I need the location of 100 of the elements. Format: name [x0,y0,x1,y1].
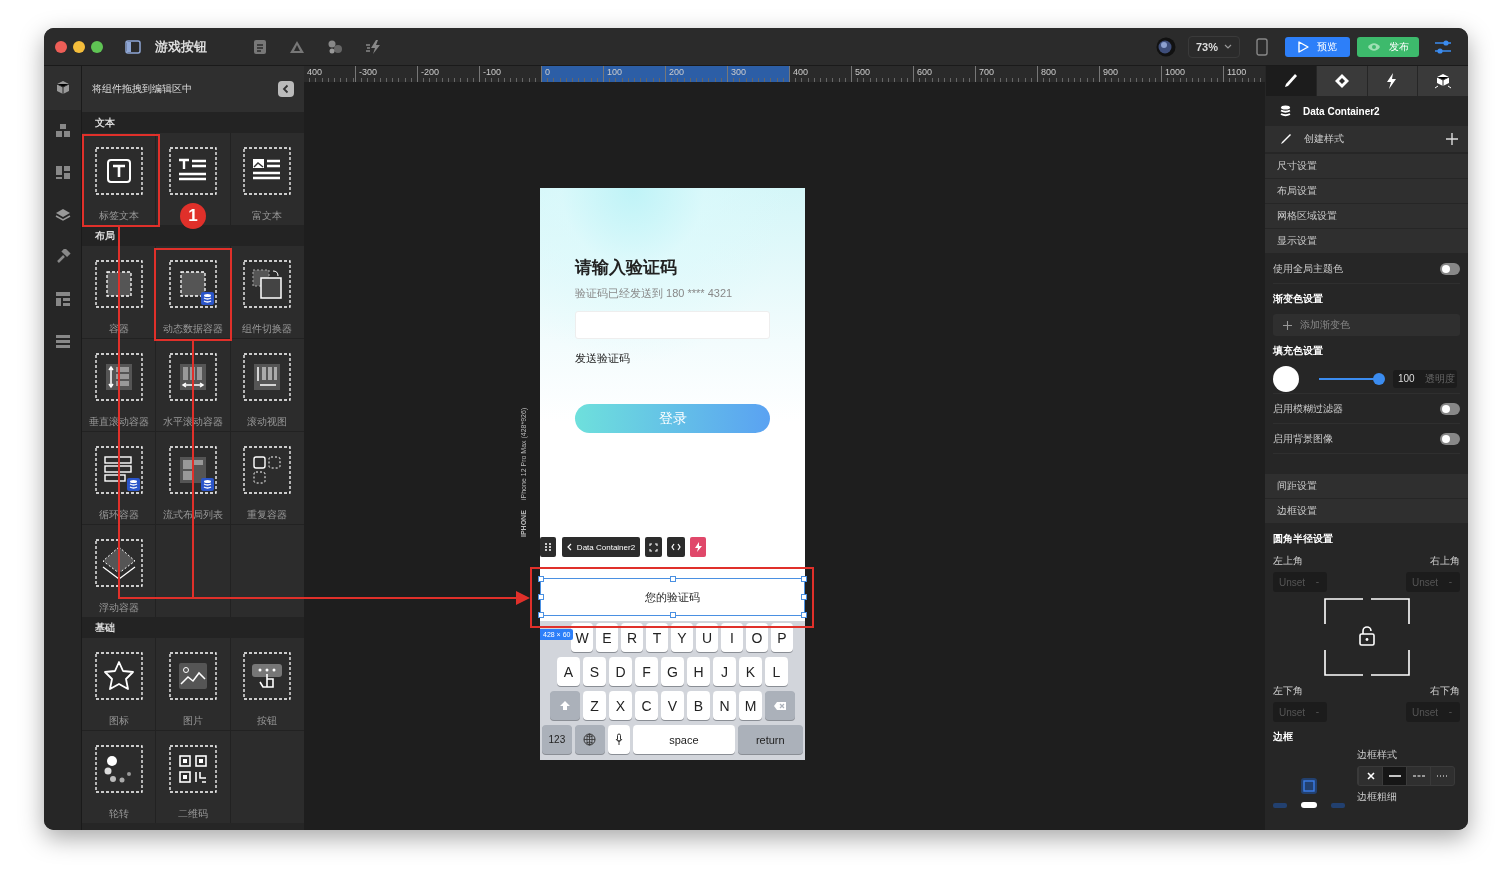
component-tile[interactable]: 滚动视图 [230,339,304,431]
code-button[interactable] [667,537,685,557]
inspector-tab[interactable] [1265,66,1316,96]
inspector-tab[interactable] [1417,66,1468,96]
settings-group[interactable]: 间距设置 [1265,474,1468,499]
opacity-field[interactable]: 100 透明度 [1393,369,1457,388]
fullscreen-button[interactable] [645,537,662,557]
border-style-selector[interactable] [1357,766,1455,786]
settings-group[interactable]: 网格区域设置 [1265,204,1468,229]
preview-button[interactable]: 预览 [1285,36,1350,57]
component-tile[interactable]: 浮动容器 [82,525,156,617]
keyboard-key[interactable]: N [713,691,736,720]
keyboard-key[interactable]: E [596,623,618,652]
settings-group[interactable]: 边框设置 [1265,499,1468,524]
action-button[interactable] [690,537,706,557]
keyboard-key[interactable]: L [765,657,788,686]
component-tile[interactable]: 标签文本 [82,133,156,225]
radius-lock-drawing[interactable] [1323,598,1410,676]
keyboard-key[interactable]: U [696,623,718,652]
keyboard-key[interactable]: I [721,623,743,652]
drag-handle-button[interactable] [540,537,556,557]
component-tile[interactable]: 垂直滚动容器 [82,339,156,431]
sidebar-toggle-icon[interactable] [125,39,141,54]
inspector-tab[interactable] [1315,66,1367,96]
resize-handle[interactable] [669,576,676,582]
resize-handle[interactable] [538,612,544,618]
code-input-field[interactable] [575,311,770,339]
keyboard-key[interactable]: G [661,657,684,686]
component-tile[interactable]: 动态数据容器 [156,246,230,338]
avatar-icon[interactable] [1156,36,1176,57]
minimize-button[interactable] [73,40,85,53]
keyboard-key[interactable]: H [687,657,710,686]
resize-handle[interactable] [801,594,807,600]
component-tile[interactable]: 重复容器 [230,432,304,524]
numbers-key[interactable]: 123 [542,725,572,754]
keyboard-key[interactable]: A [557,657,580,686]
toggle-switch[interactable] [1440,432,1460,445]
phone-icon[interactable] [1256,37,1268,56]
circles-icon[interactable] [327,38,343,55]
keyboard-key[interactable]: J [713,657,736,686]
settings-group[interactable]: 布局设置 [1265,179,1468,204]
keyboard-key[interactable]: X [609,691,632,720]
component-tile[interactable]: 图片 [156,638,230,730]
component-tile[interactable]: 容器 [82,246,156,338]
add-gradient-button[interactable]: 添加渐变色 [1273,314,1460,336]
selected-text-element[interactable]: 您的验证码 [540,578,805,616]
component-tile[interactable]: 循环容器 [82,432,156,524]
triangle-icon[interactable] [289,39,305,54]
component-tile[interactable] [156,133,230,225]
toggle-switch[interactable] [1440,262,1460,275]
component-tile[interactable]: 组件切换器 [230,246,304,338]
resize-handle[interactable] [538,594,544,600]
keyboard-key[interactable]: S [583,657,606,686]
ruler-label: 400 [793,67,809,77]
settings-group[interactable]: 尺寸设置 [1265,154,1468,179]
lightning-icon[interactable] [365,38,383,55]
microphone-key[interactable] [607,725,631,754]
keyboard-key[interactable]: T [646,623,668,652]
component-tile[interactable]: 图标 [82,638,156,730]
keyboard-key[interactable]: P [771,623,793,652]
settings-group[interactable]: 显示设置 [1265,229,1468,254]
keyboard-key[interactable]: Z [583,691,606,720]
toggle-switch[interactable] [1440,402,1460,415]
document-icon[interactable] [253,38,267,55]
breadcrumb-button[interactable]: Data Container2 [562,537,640,557]
keyboard-key[interactable]: M [739,691,762,720]
inspector-tab[interactable] [1366,66,1418,96]
keyboard-key[interactable]: F [635,657,658,686]
keyboard-key[interactable]: C [635,691,658,720]
globe-key[interactable] [574,725,605,754]
resize-handle[interactable] [538,576,544,582]
send-code-link[interactable]: 发送验证码 [575,351,630,366]
close-button[interactable] [55,40,67,53]
component-tile[interactable]: 按钮 [230,638,304,730]
component-tile[interactable]: 流式布局列表 [156,432,230,524]
keyboard-key[interactable]: W [571,623,593,652]
slider-thumb[interactable] [1373,372,1385,385]
keyboard-key[interactable]: D [609,657,632,686]
return-key[interactable]: return [737,725,803,754]
keyboard-key[interactable]: Y [671,623,693,652]
maximize-button[interactable] [91,40,103,53]
resize-handle[interactable] [669,612,676,618]
zoom-dropdown[interactable]: 73% [1188,35,1240,58]
keyboard-key[interactable]: R [621,623,643,652]
keyboard-key[interactable]: O [746,623,768,652]
keyboard-key[interactable]: K [739,657,762,686]
component-tile[interactable]: 轮转 [82,731,156,823]
keyboard-key[interactable]: V [661,691,684,720]
component-tile[interactable]: 二维码 [156,731,230,823]
space-key[interactable]: space [633,725,735,754]
create-style-row[interactable]: 创建样式 [1265,126,1468,152]
keyboard-key[interactable]: B [687,691,710,720]
color-swatch[interactable] [1273,365,1299,392]
component-tile[interactable]: 水平滚动容器 [156,339,230,431]
sliders-icon[interactable] [1434,38,1452,55]
border-style-option[interactable] [1382,767,1406,785]
collapse-icon[interactable] [278,81,294,97]
resize-handle[interactable] [801,612,807,618]
resize-handle[interactable] [801,576,807,582]
component-tile[interactable]: 富文本 [230,133,304,225]
